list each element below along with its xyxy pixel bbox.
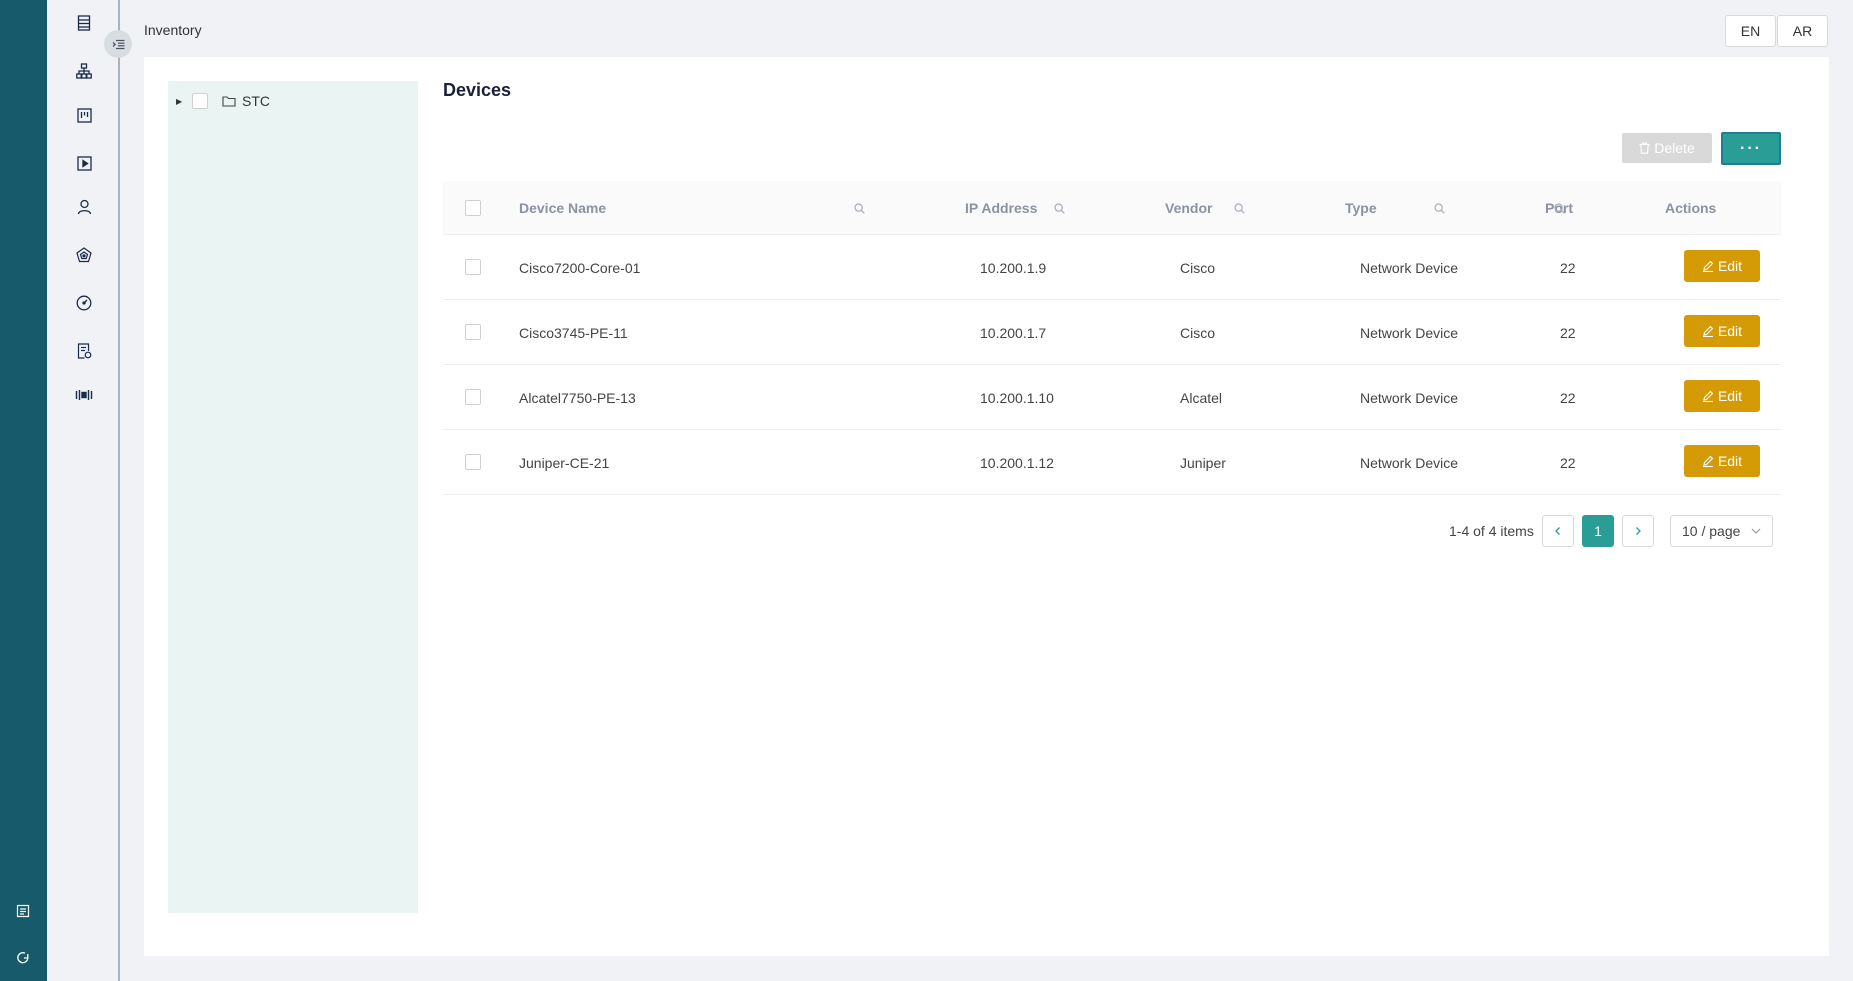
edit-button[interactable]: Edit [1684,445,1760,477]
page-button-current[interactable]: 1 [1582,515,1614,547]
vendor-cell: Cisco [1180,324,1216,341]
row-checkbox[interactable] [465,259,481,275]
edit-button[interactable]: Edit [1684,315,1760,347]
page-size-value: 10 / page [1682,523,1741,539]
next-page-button[interactable] [1622,515,1654,547]
settings-icon[interactable] [75,386,93,404]
tree-node-checkbox[interactable] [192,93,208,109]
caret-right-icon[interactable]: ▶ [176,97,186,106]
row-checkbox[interactable] [465,324,481,340]
folder-icon [222,95,236,107]
breadcrumb: Inventory [144,22,202,38]
tree-node-stc[interactable]: ▶ STC [176,91,270,111]
vendor-cell: Cisco [1180,259,1216,276]
pencil-icon [1702,390,1714,402]
pencil-icon [1702,325,1714,337]
list-icon[interactable] [75,14,93,32]
edit-label: Edit [1717,388,1743,404]
search-icon[interactable] [1552,201,1566,215]
select-all-checkbox[interactable] [465,199,481,216]
ip-address-cell: 10.200.1.9 [980,259,1047,276]
delete-label: Delete [1654,140,1695,156]
delete-button[interactable]: Delete [1622,133,1712,163]
search-icon[interactable] [1052,201,1066,215]
nav-iconbar [47,0,118,981]
lang-en-button[interactable]: EN [1725,15,1776,47]
lang-ar-button[interactable]: AR [1777,15,1828,47]
sidebar-strip [0,0,47,981]
row-checkbox[interactable] [465,454,481,470]
table-row[interactable]: Cisco3745-PE-11 10.200.1.7 Cisco Network… [443,300,1781,365]
device-name-cell: Cisco7200-Core-01 [519,259,641,276]
column-header-vendor[interactable]: Vendor [1165,181,1212,235]
log-icon[interactable] [14,902,32,920]
search-icon[interactable] [1232,201,1246,215]
device-name-cell: Juniper-CE-21 [519,454,610,471]
table-row[interactable]: Cisco7200-Core-01 10.200.1.9 Cisco Netwo… [443,235,1781,300]
sidebar-divider [118,0,120,981]
tree-node-label: STC [242,93,270,109]
board-icon[interactable] [75,106,93,124]
type-cell: Network Device [1360,454,1459,471]
page-title: Devices [443,80,512,100]
page-size-select[interactable]: 10 / page [1670,515,1773,547]
table-header: Device Name IP Address Vendor Type Port … [443,181,1781,235]
topology-icon[interactable] [75,62,93,80]
port-cell: 22 [1560,454,1576,471]
pencil-icon [1702,455,1714,467]
device-name-cell: Cisco3745-PE-11 [519,324,628,341]
vendor-cell: Juniper [1180,454,1226,471]
report-icon[interactable] [75,342,93,360]
column-header-type[interactable]: Type [1345,181,1377,235]
logout-icon[interactable] [14,948,32,966]
edit-button[interactable]: Edit [1684,380,1760,412]
type-cell: Network Device [1360,324,1459,341]
table-row[interactable]: Alcatel7750-PE-13 10.200.1.10 Alcatel Ne… [443,365,1781,430]
ip-address-cell: 10.200.1.7 [980,324,1047,341]
port-cell: 22 [1560,324,1576,341]
device-tree: ▶ STC [168,81,418,913]
search-icon[interactable] [852,201,866,215]
ip-address-cell: 10.200.1.10 [980,389,1054,406]
chevron-down-icon [1750,525,1762,537]
type-cell: Network Device [1360,259,1459,276]
trash-icon [1639,142,1650,154]
row-checkbox[interactable] [465,389,481,405]
play-icon[interactable] [75,154,93,172]
pagination: 1-4 of 4 items 1 10 / page [144,515,1829,547]
edit-label: Edit [1717,323,1743,339]
dashboard-icon[interactable] [75,294,93,312]
port-cell: 22 [1560,259,1576,276]
table-row[interactable]: Juniper-CE-21 10.200.1.12 Juniper Networ… [443,430,1781,495]
edit-label: Edit [1717,453,1743,469]
column-header-actions: Actions [1665,200,1717,216]
port-cell: 22 [1560,389,1576,406]
pencil-icon [1702,260,1714,272]
devices-table: Device Name IP Address Vendor Type Port … [443,181,1781,495]
column-header-ip-address[interactable]: IP Address [965,181,1037,235]
edit-button[interactable]: Edit [1684,250,1760,282]
collapse-menu-icon[interactable] [104,30,132,58]
prev-page-button[interactable] [1542,515,1574,547]
edit-label: Edit [1717,258,1743,274]
vendor-cell: Alcatel [1180,389,1223,406]
more-actions-button[interactable]: ··· [1721,132,1781,165]
column-header-device-name[interactable]: Device Name [519,181,606,235]
ip-address-cell: 10.200.1.12 [980,454,1054,471]
pagination-total: 1-4 of 4 items [1449,523,1534,539]
type-cell: Network Device [1360,389,1459,406]
device-name-cell: Alcatel7750-PE-13 [519,389,636,406]
user-icon[interactable] [75,198,93,216]
network-icon[interactable] [75,246,93,264]
main-card: ▶ STC Devices Delete ··· Device Name IP … [144,57,1829,956]
search-icon[interactable] [1432,201,1446,215]
